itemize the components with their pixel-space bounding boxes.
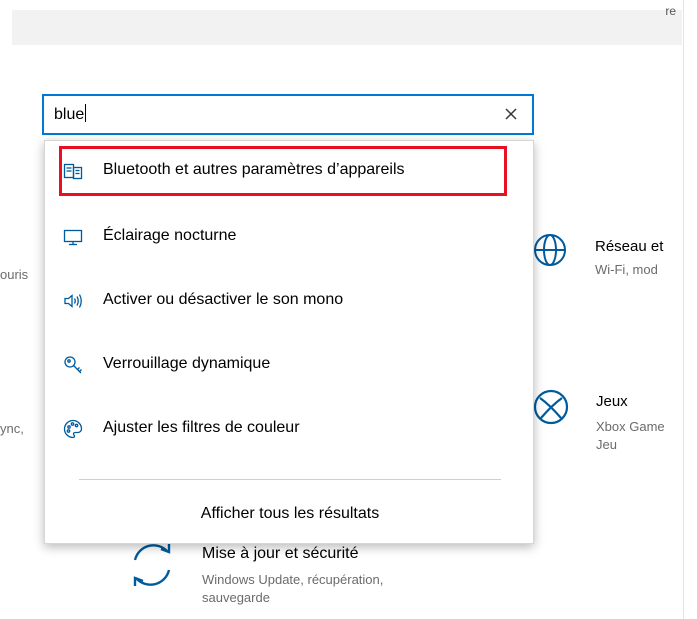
divider <box>79 479 501 480</box>
suggestion-bluetooth[interactable]: Bluetooth et autres paramètres d’apparei… <box>53 147 527 195</box>
search-query: blue <box>54 106 85 123</box>
gaming-desc-line2: Jeu <box>596 437 617 452</box>
sync-icon <box>133 544 171 586</box>
speaker-icon <box>64 294 82 308</box>
monitor-icon <box>63 229 83 246</box>
search-input[interactable]: blue <box>54 104 87 124</box>
network-desc: Wi-Fi, mod <box>595 262 658 277</box>
gaming-title: Jeux <box>596 393 628 410</box>
suggestion-label: Bluetooth et autres paramètres d’apparei… <box>103 161 405 178</box>
bg-fragment-accounts: ync, <box>0 421 24 436</box>
settings-tile-update[interactable] <box>124 540 180 595</box>
text-caret <box>85 104 87 122</box>
bluetooth-devices-icon <box>63 163 83 180</box>
update-title: Mise à jour et sécurité <box>202 545 359 562</box>
suggestion-color-filters[interactable]: Ajuster les filtres de couleur <box>53 405 527 453</box>
suggestion-dynamic-lock[interactable]: Verrouillage dynamique <box>53 341 527 389</box>
settings-tile-network-text: Réseau et Wi-Fi, mod <box>595 238 683 279</box>
settings-tile-gaming-text: Jeux Xbox Game Jeu <box>596 393 683 454</box>
update-desc-line2: sauvegarde <box>202 590 270 605</box>
close-icon <box>505 108 517 120</box>
top-banner: re <box>12 4 682 45</box>
network-title: Réseau et <box>595 238 664 255</box>
palette-icon <box>63 419 83 439</box>
suggestion-label: Verrouillage dynamique <box>103 355 271 372</box>
banner-text-fragment: re <box>665 4 676 18</box>
suggestion-mono-audio[interactable]: Activer ou désactiver le son mono <box>53 277 527 325</box>
update-desc-line1: Windows Update, récupération, <box>202 572 384 587</box>
settings-tile-network[interactable] <box>532 232 568 273</box>
settings-tile-gaming[interactable] <box>531 387 571 432</box>
gaming-desc-line1: Xbox Game <box>596 419 665 434</box>
window-edge <box>683 0 684 619</box>
suggestion-label: Activer ou désactiver le son mono <box>103 291 344 308</box>
settings-tile-update-text: Mise à jour et sécurité Windows Update, … <box>202 545 383 607</box>
settings-search-box[interactable]: blue <box>42 94 534 135</box>
clear-search-button[interactable] <box>500 103 522 125</box>
globe-icon <box>534 234 566 266</box>
show-all-results-link[interactable]: Afficher tous les résultats <box>45 505 535 523</box>
bg-fragment-devices: ouris <box>0 267 29 282</box>
suggestion-night-light[interactable]: Éclairage nocturne <box>53 213 527 261</box>
suggestion-label: Ajuster les filtres de couleur <box>103 419 300 436</box>
xbox-icon <box>533 389 569 425</box>
key-icon <box>64 356 82 374</box>
search-suggestions-dropdown: Bluetooth et autres paramètres d’apparei… <box>44 140 534 544</box>
suggestion-label: Éclairage nocturne <box>103 227 237 244</box>
